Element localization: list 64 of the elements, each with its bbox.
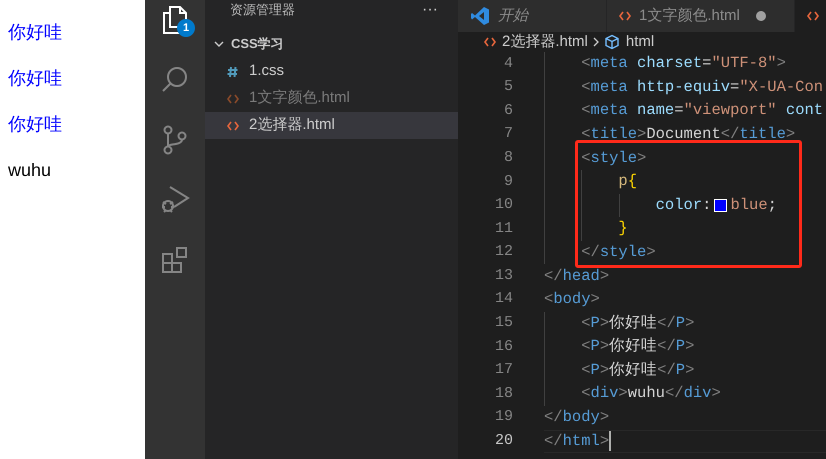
code-line: <P>你好哇</P> (544, 335, 826, 359)
paragraph-text: 你好哇 (8, 21, 63, 44)
code-brackets-icon (619, 11, 631, 21)
code-brackets-icon (807, 11, 819, 21)
line-number: 15 (494, 313, 513, 334)
more-actions-button[interactable]: ··· (422, 2, 438, 18)
code-brackets-icon (227, 94, 239, 104)
code-line: color: blue; (544, 194, 826, 218)
line-number: 7 (502, 124, 513, 144)
line-number: 13 (494, 266, 513, 286)
branch-icon[interactable] (161, 124, 189, 156)
code-line: <meta name="viewport" cont (544, 99, 826, 123)
file-item[interactable]: 1.css (205, 58, 458, 85)
div-text: wuhu (8, 159, 52, 182)
editor-tab[interactable]: 开始 (458, 0, 607, 32)
file-item[interactable]: 1文字颜色.html (205, 85, 458, 112)
code-line: </head> (544, 266, 610, 287)
paragraph-text: 你好哇 (8, 67, 63, 90)
line-number: 4 (502, 54, 513, 74)
logo-icon (470, 6, 490, 26)
editor-tab[interactable]: 1文字颜色.html (607, 0, 795, 32)
code-line: <div>wuhu</div> (544, 382, 826, 406)
hash-icon (227, 66, 238, 78)
code-line: <P>你好哇</P> (544, 358, 826, 382)
code-brackets-icon (227, 120, 239, 130)
code-line: <meta charset="UTF-8"> (544, 52, 826, 76)
code-line: p{ (544, 170, 826, 194)
line-number: 11 (494, 218, 513, 239)
paragraph-text: 你好哇 (8, 113, 63, 136)
code-line: <title>Document</title> (544, 122, 826, 146)
line-number: 14 (494, 289, 513, 310)
files-icon[interactable] (160, 4, 190, 36)
line-number: 19 (494, 407, 513, 428)
line-number: 8 (502, 148, 513, 168)
file-item[interactable]: 2选择器.html (205, 112, 458, 139)
breadcrumb-item[interactable]: 2选择器.html (502, 30, 588, 54)
count-badge: 1 (177, 19, 195, 37)
line-number: 10 (494, 195, 513, 216)
code-line: </html> (544, 430, 826, 454)
folder-name[interactable]: CSS学习 (231, 34, 284, 54)
chevron-right-icon (592, 36, 600, 48)
line-number: 17 (494, 360, 513, 380)
code-line: <meta http-equiv="X-UA-Con (544, 76, 826, 100)
code-line: <P>你好哇</P> (544, 312, 826, 336)
code-line: } (544, 217, 826, 241)
text-cursor (609, 431, 612, 452)
code-line: </style> (544, 240, 826, 264)
line-number: 6 (502, 100, 513, 121)
line-number: 16 (494, 336, 513, 357)
line-number: 12 (494, 242, 513, 262)
sidebar-title: 资源管理器 (230, 1, 295, 20)
breadcrumb-item[interactable]: html (626, 30, 654, 54)
line-number: 20 (494, 431, 513, 452)
color-swatch[interactable] (714, 198, 728, 212)
editor-tab[interactable] (795, 0, 826, 32)
extensions-icon[interactable] (160, 245, 190, 275)
line-number: 5 (502, 77, 513, 98)
line-number: 9 (502, 172, 513, 192)
code-line: <style> (544, 146, 826, 170)
cube-icon (604, 34, 620, 50)
line-number: 18 (494, 384, 513, 404)
code-brackets-icon (484, 37, 496, 47)
code-line: </body> (544, 407, 610, 428)
code-line: <body> (544, 289, 601, 310)
